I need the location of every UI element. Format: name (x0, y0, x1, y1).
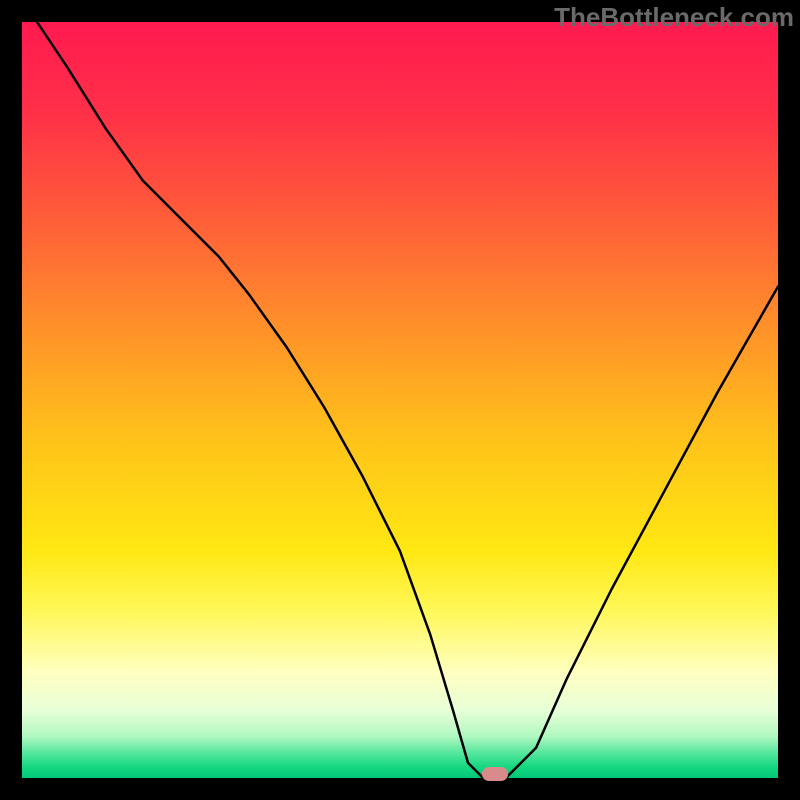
chart-canvas (22, 22, 778, 778)
chart-background-gradient (22, 22, 778, 778)
optimal-point-marker (482, 767, 508, 781)
watermark-text: TheBottleneck.com (554, 2, 794, 33)
